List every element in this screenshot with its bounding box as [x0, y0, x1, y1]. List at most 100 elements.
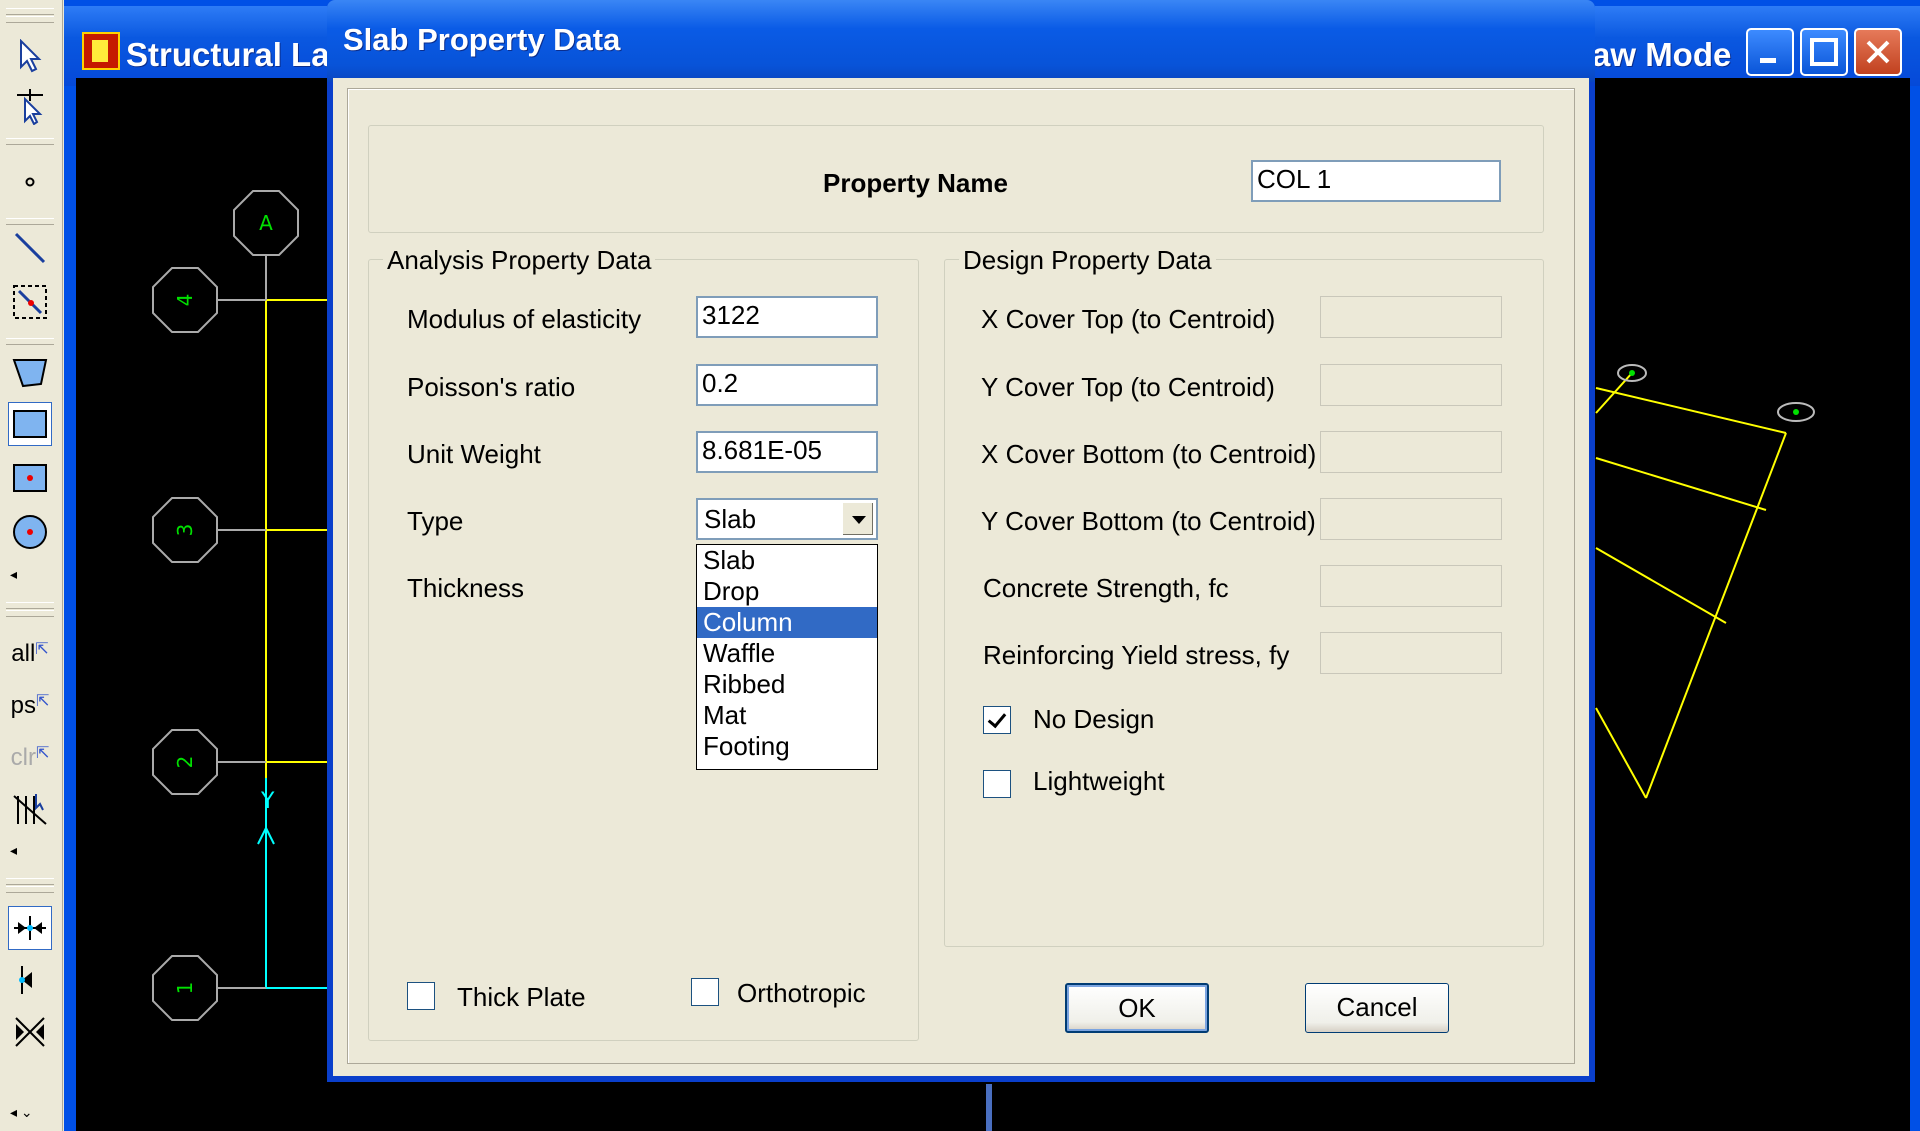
reshape-pointer-icon[interactable] [8, 84, 52, 128]
orthotropic-checkbox[interactable] [691, 978, 719, 1006]
thickness-label: Thickness [407, 573, 525, 603]
minimize-button[interactable] [1746, 28, 1794, 76]
background-window-title: Structural La [126, 36, 330, 73]
yield-stress-label: Reinforcing Yield stress, fy [983, 640, 1290, 670]
type-dropdown-list: Slab Drop Column Waffle Ribbed Mat Footi… [696, 544, 878, 770]
chevron-down-icon[interactable] [842, 502, 874, 536]
grid-bubble-a: A [233, 190, 299, 256]
no-design-checkbox[interactable] [983, 706, 1011, 734]
left-toolbar: ◂ all ⇱ ps ⇱ clr ⇱ ◂ ◂ ⌄ [0, 0, 63, 1131]
svg-text:2: 2 [173, 756, 197, 769]
intersecting-line-select-icon[interactable] [8, 788, 52, 832]
x-cover-bottom-label: X Cover Bottom (to Centroid) [981, 439, 1317, 469]
snap-to-intersections-icon[interactable] [8, 1010, 52, 1054]
type-option-ribbed[interactable]: Ribbed [697, 669, 877, 700]
ok-button[interactable]: OK [1065, 983, 1209, 1033]
toolbar-separator [6, 218, 54, 225]
cancel-button[interactable]: Cancel [1305, 983, 1449, 1033]
toolbar-grip[interactable] [6, 886, 54, 893]
draw-line-icon[interactable] [8, 226, 52, 270]
analysis-group-title: Analysis Property Data [383, 245, 656, 276]
property-name-input[interactable]: COL 1 [1251, 160, 1501, 202]
thick-plate-label: Thick Plate [457, 982, 586, 1012]
type-select[interactable]: Slab [696, 498, 878, 540]
modulus-label: Modulus of elasticity [407, 304, 642, 334]
window-splitter[interactable] [986, 1084, 992, 1131]
toolbar-grip[interactable] [6, 610, 54, 617]
draw-polygon-icon[interactable] [8, 350, 52, 394]
dialog-title: Slab Property Data [343, 22, 621, 57]
poisson-input[interactable]: 0.2 [696, 364, 878, 406]
grid-bubble-1: 1 [152, 955, 218, 1021]
property-name-label: Property Name [823, 168, 1008, 198]
select-all-button[interactable]: all ⇱ [8, 632, 52, 676]
analysis-property-group: Analysis Property Data Modulus of elasti… [368, 245, 919, 1041]
toolbar-grip[interactable] [6, 8, 54, 15]
draw-line-region-icon[interactable] [8, 280, 52, 324]
design-group-title: Design Property Data [959, 245, 1216, 276]
type-option-mat[interactable]: Mat [697, 700, 877, 731]
right-frame-line [1595, 387, 1787, 434]
toolbar-overflow-icon[interactable]: ◂ [10, 566, 17, 583]
type-option-slab[interactable]: Slab [697, 545, 877, 576]
maximize-button[interactable] [1800, 28, 1848, 76]
no-design-label: No Design [1033, 704, 1155, 734]
concrete-strength-label: Concrete Strength, fc [983, 573, 1229, 603]
clear-selection-button[interactable]: clr ⇱ [8, 736, 52, 780]
dialog-body: Property Name COL 1 Analysis Property Da… [333, 78, 1589, 1076]
type-option-footing[interactable]: Footing [697, 731, 877, 762]
clear-selection-label: clr [10, 744, 36, 771]
select-all-label: all [11, 640, 36, 667]
toolbar-more-icon[interactable]: ◂ ⌄ [10, 1104, 33, 1121]
previous-selection-button[interactable]: ps ⇱ [8, 684, 52, 728]
right-frame-line [1595, 707, 1647, 799]
svg-text:1: 1 [173, 982, 197, 995]
close-window-button[interactable] [1854, 28, 1902, 76]
x-cover-top-input [1320, 296, 1502, 338]
poisson-label: Poisson's ratio [407, 372, 576, 402]
thick-plate-checkbox[interactable] [407, 982, 435, 1010]
lightweight-checkbox[interactable] [983, 770, 1011, 798]
y-cover-top-label: Y Cover Top (to Centroid) [981, 372, 1275, 402]
toolbar-overflow-icon[interactable]: ◂ [10, 842, 17, 859]
right-frame-edge [1645, 432, 1787, 799]
toolbar-grip[interactable] [6, 878, 54, 885]
modulus-input[interactable]: 3122 [696, 296, 878, 338]
type-option-column[interactable]: Column [697, 607, 877, 638]
draw-rectangle-icon[interactable] [8, 402, 52, 446]
x-cover-top-label: X Cover Top (to Centroid) [981, 304, 1276, 334]
type-label: Type [407, 506, 464, 536]
toolbar-grip[interactable] [6, 16, 54, 23]
grid-bubble-4: 4 [152, 267, 218, 333]
yield-stress-input [1320, 632, 1502, 674]
property-name-group: Property Name COL 1 [368, 125, 1544, 233]
y-cover-top-input [1320, 364, 1502, 406]
snap-to-ends-icon[interactable] [8, 958, 52, 1002]
toolbar-separator [6, 138, 54, 145]
type-option-waffle[interactable]: Waffle [697, 638, 877, 669]
orthotropic-label: Orthotropic [737, 978, 866, 1008]
lightweight-label: Lightweight [1033, 766, 1165, 796]
draw-circle-icon[interactable] [8, 510, 52, 554]
pointer-icon[interactable] [8, 34, 52, 78]
toolbar-separator [6, 338, 54, 345]
dialog-titlebar[interactable]: Slab Property Data [327, 0, 1595, 82]
snap-to-points-icon[interactable] [8, 906, 52, 950]
background-window-title-mode: aw Mode [1592, 36, 1732, 73]
grid-bubble-3: 3 [152, 497, 218, 563]
svg-text:4: 4 [173, 294, 197, 307]
toolbar-grip[interactable] [6, 602, 54, 609]
svg-text:A: A [259, 211, 273, 235]
type-select-value: Slab [704, 504, 757, 534]
svg-text:3: 3 [173, 524, 197, 537]
right-frame-line [1595, 547, 1727, 624]
unit-weight-input[interactable]: 8.681E-05 [696, 431, 878, 473]
app-icon [82, 32, 120, 70]
type-option-drop[interactable]: Drop [697, 576, 877, 607]
quick-draw-area-icon[interactable] [8, 456, 52, 500]
design-property-group: Design Property Data X Cover Top (to Cen… [944, 245, 1544, 947]
slab-property-dialog: Slab Property Data Property Name COL 1 A… [327, 0, 1595, 1082]
y-cover-bottom-label: Y Cover Bottom (to Centroid) [981, 506, 1316, 536]
x-cover-bottom-input [1320, 431, 1502, 473]
draw-point-icon[interactable] [8, 160, 52, 204]
